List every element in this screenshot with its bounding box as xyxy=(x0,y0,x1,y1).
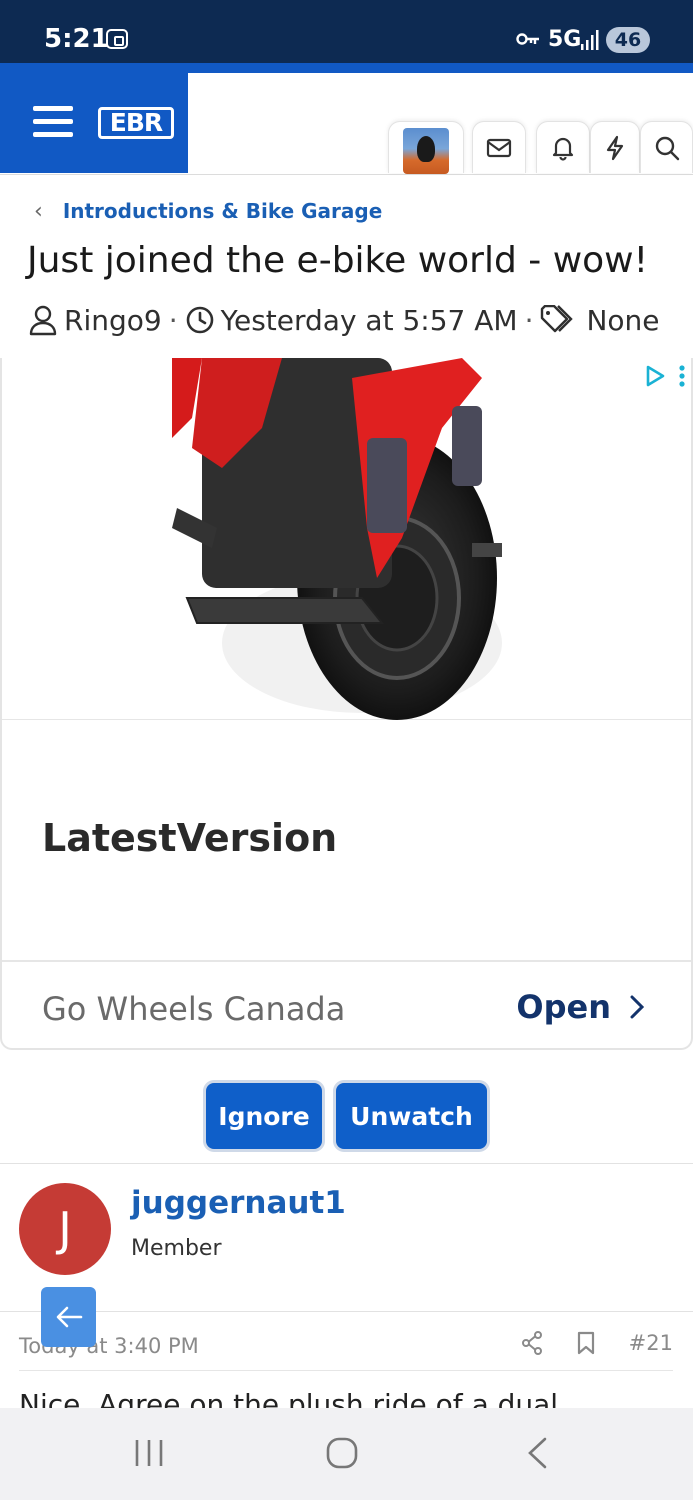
alerts-button[interactable] xyxy=(536,121,590,173)
status-time: 5:21 xyxy=(44,24,109,54)
advertisement[interactable]: LatestVersion Go Wheels Canada Open xyxy=(0,358,693,1050)
ad-open-label: Open xyxy=(516,988,611,1026)
ad-image[interactable] xyxy=(2,358,691,720)
tag-icon xyxy=(541,305,574,333)
arrow-left-icon xyxy=(56,1306,82,1328)
vpn-key-icon xyxy=(516,33,539,45)
ad-open-button[interactable]: Open xyxy=(516,988,645,1026)
post-avatar[interactable]: J xyxy=(19,1183,111,1275)
divider xyxy=(0,1311,693,1312)
whats-new-button[interactable] xyxy=(590,121,640,173)
bell-icon xyxy=(552,137,574,161)
battery-level: 46 xyxy=(606,27,650,53)
chevron-left-icon: ‹ xyxy=(34,198,43,224)
thread-title: Just joined the e-bike world - wow! xyxy=(27,240,649,281)
thread-tags: None xyxy=(586,303,660,337)
hamburger-icon[interactable] xyxy=(33,106,73,138)
thread-author[interactable]: Ringo9 xyxy=(64,304,162,337)
meta-separator: · xyxy=(524,303,534,337)
network-type: 5G xyxy=(548,27,582,52)
divider xyxy=(19,1370,673,1371)
user-icon xyxy=(29,305,57,336)
thread-date[interactable]: Yesterday at 5:57 AM xyxy=(221,304,518,337)
recent-apps-icon[interactable] xyxy=(133,1436,165,1470)
thread-actions: Ignore Unwatch xyxy=(0,1083,693,1151)
search-icon xyxy=(655,136,679,160)
adchoices-icon[interactable] xyxy=(643,364,667,388)
inbox-button[interactable] xyxy=(472,121,526,173)
post-actions: #21 xyxy=(521,1331,673,1355)
site-logo[interactable]: EBR xyxy=(98,107,174,139)
ad-advertiser[interactable]: Go Wheels Canada xyxy=(42,990,345,1028)
status-bar: 5:21 5G 46 xyxy=(0,0,693,63)
clock-icon xyxy=(186,306,213,334)
bolt-icon xyxy=(606,135,624,160)
site-header: EBR xyxy=(0,63,693,175)
system-nav-bar xyxy=(0,1408,693,1500)
ad-headline[interactable]: LatestVersion xyxy=(42,816,337,860)
back-button[interactable] xyxy=(41,1287,96,1347)
search-button[interactable] xyxy=(640,121,693,173)
unicycle-image xyxy=(172,358,502,720)
back-nav-icon[interactable] xyxy=(525,1436,549,1470)
post-username[interactable]: juggernaut1 xyxy=(131,1185,346,1221)
meta-separator: · xyxy=(168,303,178,337)
ad-footer[interactable]: Go Wheels Canada Open xyxy=(2,960,691,1048)
account-button[interactable] xyxy=(388,121,464,174)
post-number[interactable]: #21 xyxy=(629,1331,673,1355)
chevron-right-icon xyxy=(630,995,645,1019)
unwatch-button[interactable]: Unwatch xyxy=(336,1083,487,1149)
ignore-button[interactable]: Ignore xyxy=(206,1083,322,1149)
signal-icon xyxy=(581,30,599,50)
divider xyxy=(0,1163,693,1164)
share-icon[interactable] xyxy=(521,1331,543,1355)
screenshot-icon xyxy=(106,29,128,49)
home-icon[interactable] xyxy=(325,1436,359,1470)
post-user-role: Member xyxy=(131,1236,222,1261)
mail-icon xyxy=(486,138,512,157)
more-options-icon[interactable] xyxy=(679,364,685,388)
user-avatar xyxy=(403,127,449,174)
ad-choices[interactable] xyxy=(643,364,685,388)
thread-meta: Ringo9 · Yesterday at 5:57 AM · None xyxy=(28,300,660,340)
breadcrumb-link[interactable]: Introductions & Bike Garage xyxy=(63,199,382,223)
bookmark-icon[interactable] xyxy=(577,1331,595,1355)
breadcrumb[interactable]: ‹ Introductions & Bike Garage xyxy=(34,196,382,226)
